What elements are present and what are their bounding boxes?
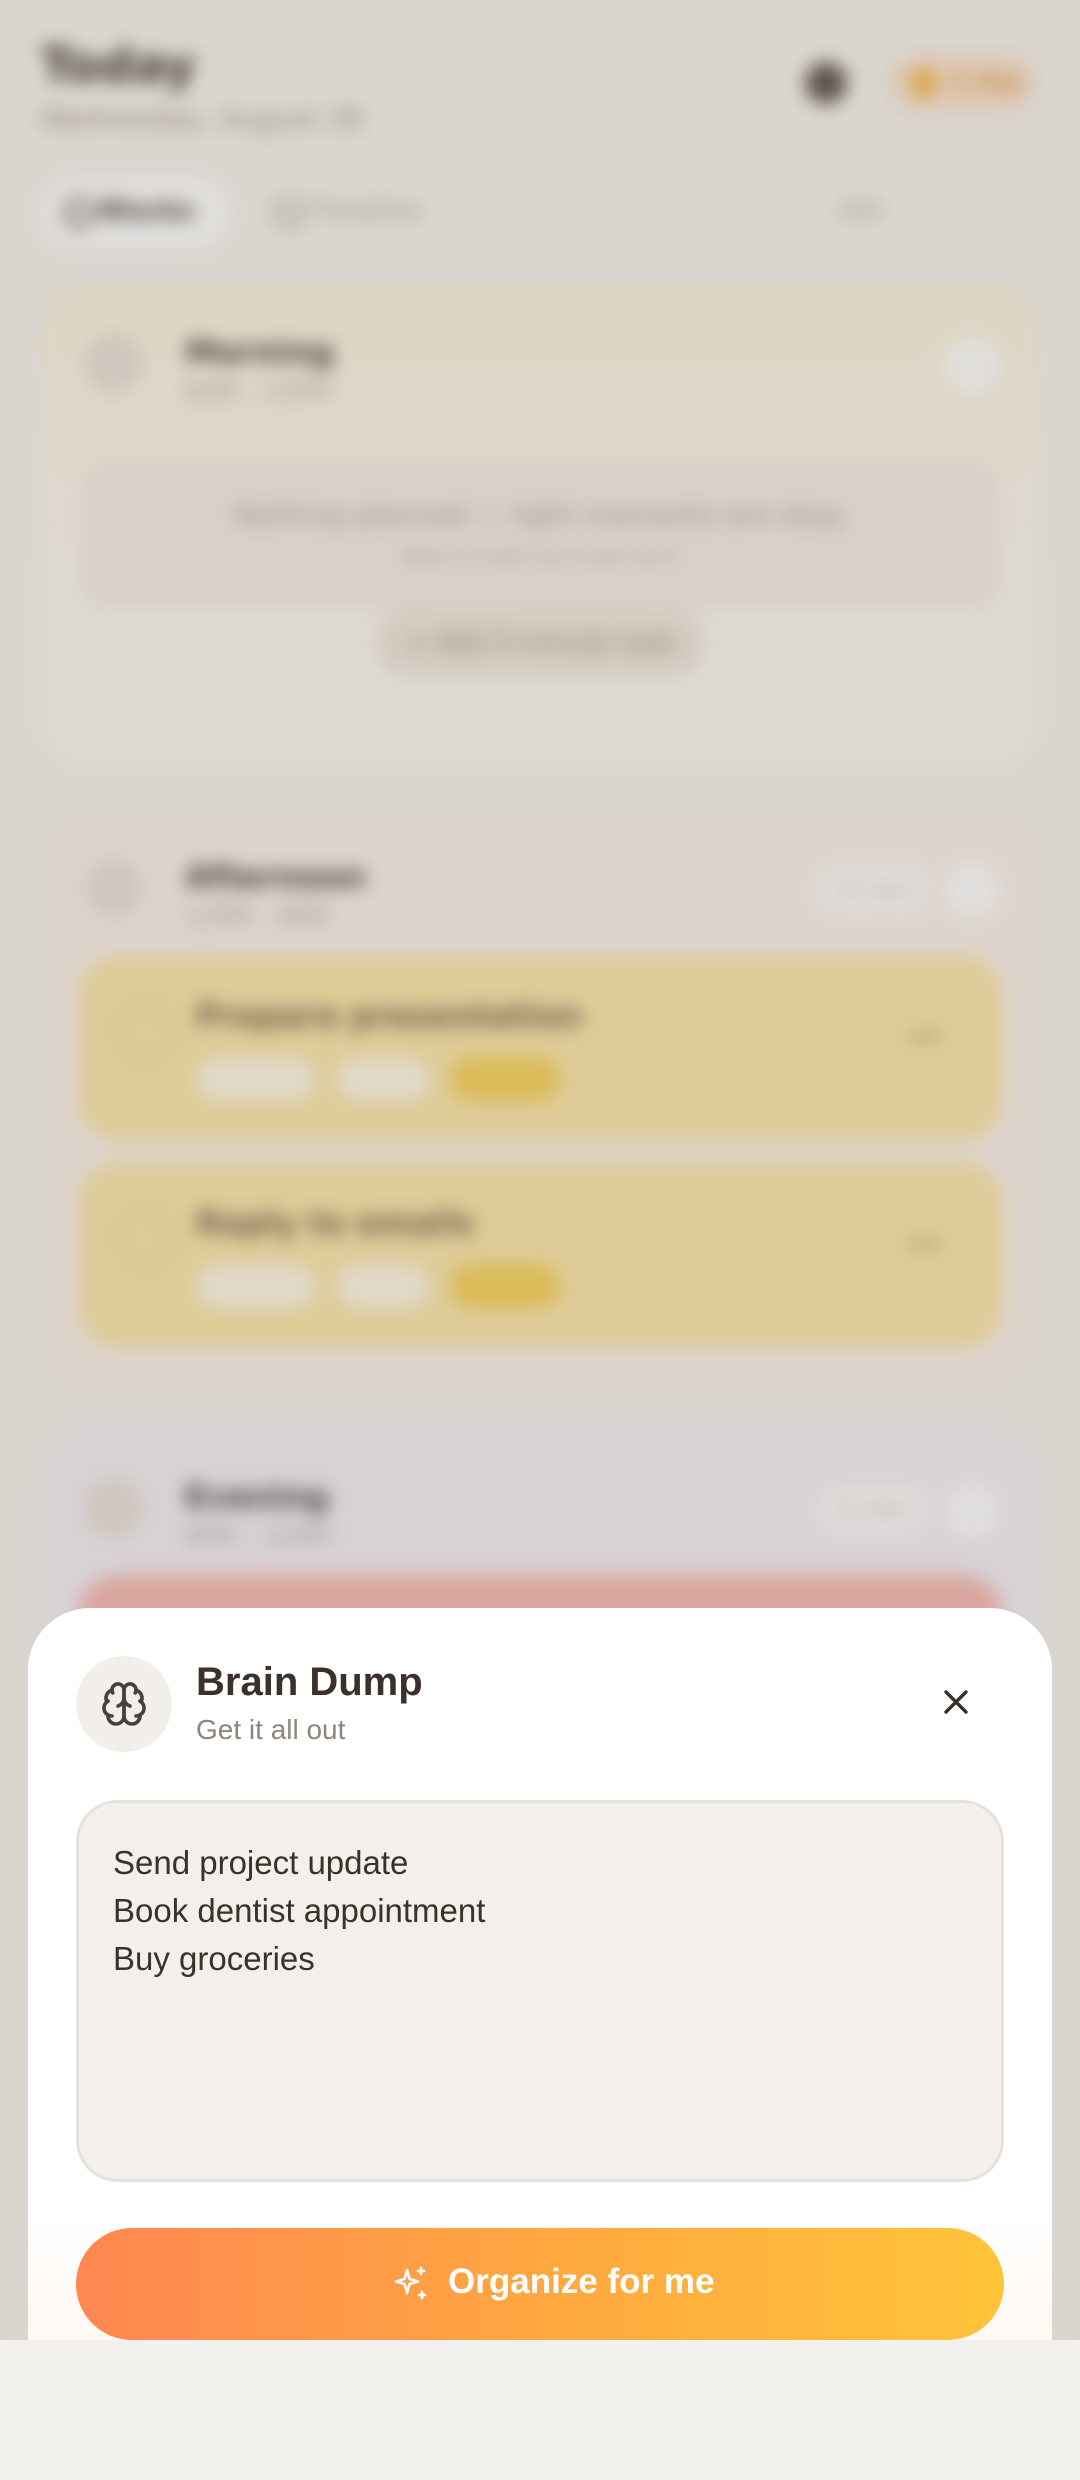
organize-button-label: Organize for me: [448, 2262, 715, 2301]
close-icon: [944, 1690, 968, 1714]
brain-dump-sheet: Brain Dump Get it all out Send project u…: [28, 1608, 1052, 2340]
textarea-line: Book dentist appointment: [113, 1892, 486, 1929]
system-nav-area: [0, 2340, 1080, 2480]
close-button[interactable]: [928, 1674, 984, 1730]
sheet-subtitle: Get it all out: [196, 1714, 346, 1745]
textarea-line: Send project update: [113, 1844, 409, 1881]
sheet-title: Brain Dump: [196, 1660, 423, 1704]
brain-icon: [102, 1682, 146, 1726]
sparkle-icon: [394, 2266, 427, 2300]
organize-button[interactable]: Organize for me: [76, 2228, 1004, 2340]
brain-icon-container: [76, 1656, 172, 1752]
textarea-line: Buy groceries: [113, 1940, 315, 1977]
brain-dump-textarea[interactable]: Send project update Book dentist appoint…: [76, 1800, 1004, 2182]
